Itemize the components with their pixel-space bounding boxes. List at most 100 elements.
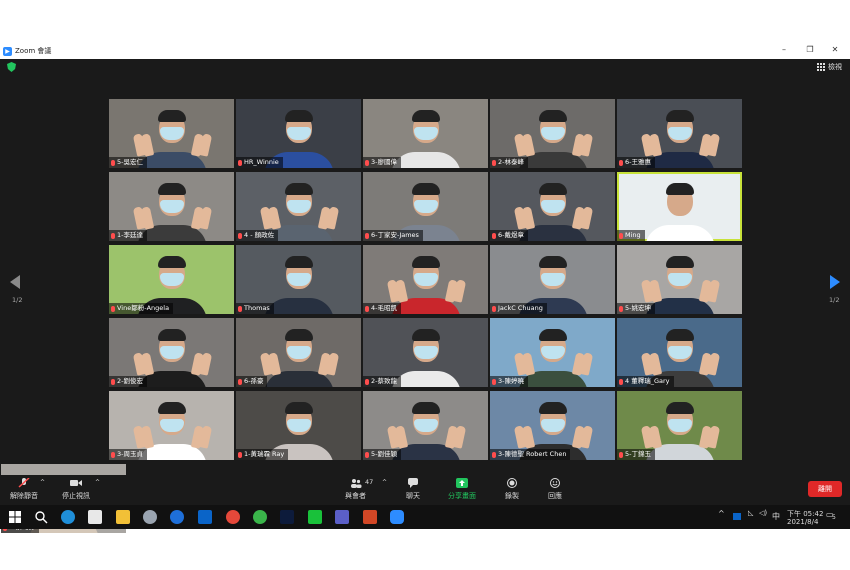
- chat-button[interactable]: 聊天: [406, 478, 420, 501]
- participant-name-tag: 5-姚宏坤: [617, 303, 655, 314]
- meeting-top-bar: 檢視: [0, 59, 850, 75]
- participant-name: 4 董釋瑞_Gary: [625, 377, 670, 385]
- participant-tile[interactable]: 5-丁錦玉: [617, 391, 742, 460]
- clock-date[interactable]: 2021/8/4: [787, 518, 818, 526]
- outlook-icon[interactable]: [198, 510, 212, 524]
- participant-hair: [284, 329, 313, 341]
- participant-hair: [411, 402, 440, 414]
- windows-start-icon[interactable]: [8, 510, 22, 524]
- participants-icon: [350, 479, 361, 488]
- app-icon[interactable]: [143, 510, 157, 524]
- participant-hair: [665, 329, 694, 341]
- muted-mic-icon: [111, 378, 115, 385]
- participant-tile[interactable]: 2-劉俊宏: [109, 318, 234, 387]
- outlook-tray-icon[interactable]: [733, 513, 741, 520]
- participant-tile[interactable]: 3-陳德聖 Robert Chen: [490, 391, 615, 460]
- muted-mic-icon: [111, 305, 115, 312]
- participant-tile[interactable]: 4 董釋瑞_Gary: [617, 318, 742, 387]
- video-options-caret-icon[interactable]: ^: [95, 479, 100, 486]
- share-screen-icon: [456, 478, 468, 488]
- powerpoint-icon[interactable]: [363, 510, 377, 524]
- participant-tile[interactable]: 3-周玉貞: [109, 391, 234, 460]
- audio-options-caret-icon[interactable]: ^: [40, 479, 45, 486]
- participant-tile[interactable]: 5-劉佳穎: [363, 391, 488, 460]
- muted-mic-icon: [492, 451, 496, 458]
- participant-name-tag: 6-丁家安-James: [363, 230, 423, 241]
- participant-tile[interactable]: Ming: [617, 172, 742, 241]
- participant-tile[interactable]: 1-黃瑞霖 Ray: [236, 391, 361, 460]
- chat-bubble-icon: [408, 478, 418, 488]
- grid-view-icon: [817, 63, 825, 71]
- participant-tile[interactable]: Thomas: [236, 245, 361, 314]
- muted-mic-icon: [238, 232, 242, 239]
- participant-name-tag: 2-蔡致龍: [363, 376, 401, 387]
- participant-tile[interactable]: 6-丁家安-James: [363, 172, 488, 241]
- photoshop-icon[interactable]: [280, 510, 294, 524]
- internet-explorer-icon[interactable]: [170, 510, 184, 524]
- muted-mic-icon: [619, 159, 623, 166]
- view-label: 檢視: [828, 63, 842, 71]
- prev-page-arrow-icon[interactable]: [10, 275, 20, 289]
- participant-hair: [411, 110, 440, 122]
- participant-tile[interactable]: 3-廖國偉: [363, 99, 488, 168]
- participant-hair: [665, 183, 694, 195]
- security-shield-icon[interactable]: [7, 62, 16, 72]
- participant-hair: [411, 329, 440, 341]
- participant-name-tag: 6-孫豪: [236, 376, 268, 387]
- minimize-button[interactable]: –: [778, 45, 790, 54]
- tray-overflow-icon[interactable]: ^: [718, 509, 725, 518]
- participants-button[interactable]: 與會者: [345, 478, 366, 501]
- chrome-icon[interactable]: [226, 510, 240, 524]
- muted-mic-icon: [492, 305, 496, 312]
- ime-indicator[interactable]: 中: [772, 511, 780, 522]
- participant-tile[interactable]: 6-孫豪: [236, 318, 361, 387]
- record-button[interactable]: 錄製: [505, 478, 519, 501]
- volume-icon[interactable]: ◁): [759, 509, 767, 517]
- participant-hair: [157, 110, 186, 122]
- edge-browser-icon[interactable]: [61, 510, 75, 524]
- participant-tile[interactable]: HR_Winnie: [236, 99, 361, 168]
- participant-name: JackC Chuang: [498, 304, 543, 312]
- unmute-button[interactable]: 解除靜音: [10, 478, 38, 501]
- file-explorer-icon[interactable]: [116, 510, 130, 524]
- line-icon[interactable]: [308, 510, 322, 524]
- close-button[interactable]: ✕: [829, 45, 841, 54]
- network-icon[interactable]: ◺: [748, 509, 753, 517]
- face-mask: [286, 419, 311, 432]
- zoom-taskbar-icon[interactable]: [390, 510, 404, 524]
- teams-icon[interactable]: [335, 510, 349, 524]
- face-mask: [159, 346, 184, 359]
- participants-caret-icon[interactable]: ^: [382, 479, 387, 486]
- participant-tile[interactable]: 6-王雅惠: [617, 99, 742, 168]
- wechat-icon[interactable]: [253, 510, 267, 524]
- next-page-arrow-icon[interactable]: [830, 275, 840, 289]
- participant-tile[interactable]: 6-戴煜章: [490, 172, 615, 241]
- participant-name-tag: 5-吳宏仁: [109, 157, 147, 168]
- participant-name: 3-陳德聖 Robert Chen: [498, 450, 567, 458]
- leave-meeting-button[interactable]: 離開: [808, 481, 842, 497]
- muted-mic-icon: [619, 305, 623, 312]
- participant-tile[interactable]: JackC Chuang: [490, 245, 615, 314]
- participant-name-tag: 3-廖國偉: [363, 157, 401, 168]
- participant-hair: [157, 402, 186, 414]
- mail-icon[interactable]: [88, 510, 102, 524]
- participant-body: [390, 152, 461, 168]
- maximize-button[interactable]: ❐: [804, 45, 816, 54]
- face-mask: [413, 419, 438, 432]
- participant-tile[interactable]: 5-姚宏坤: [617, 245, 742, 314]
- participant-tile[interactable]: 1-李廷達: [109, 172, 234, 241]
- search-icon[interactable]: [34, 510, 48, 524]
- participant-tile[interactable]: 5-吳宏仁: [109, 99, 234, 168]
- participant-tile[interactable]: 4-毛昭凱: [363, 245, 488, 314]
- participant-tile[interactable]: 4 - 顏政佐: [236, 172, 361, 241]
- stop-video-button[interactable]: 停止視訊: [62, 478, 90, 501]
- participant-tile[interactable]: Vine鄒粉-Angela: [109, 245, 234, 314]
- reactions-button[interactable]: 回應: [548, 478, 562, 501]
- share-screen-button[interactable]: 分享畫面: [448, 478, 476, 501]
- participant-hair: [665, 402, 694, 414]
- muted-mic-icon: [619, 232, 623, 239]
- view-button[interactable]: 檢視: [817, 62, 842, 72]
- participant-tile[interactable]: 2-蔡致龍: [363, 318, 488, 387]
- participant-tile[interactable]: 2-林泰峰: [490, 99, 615, 168]
- participant-tile[interactable]: 3-陳婷曉: [490, 318, 615, 387]
